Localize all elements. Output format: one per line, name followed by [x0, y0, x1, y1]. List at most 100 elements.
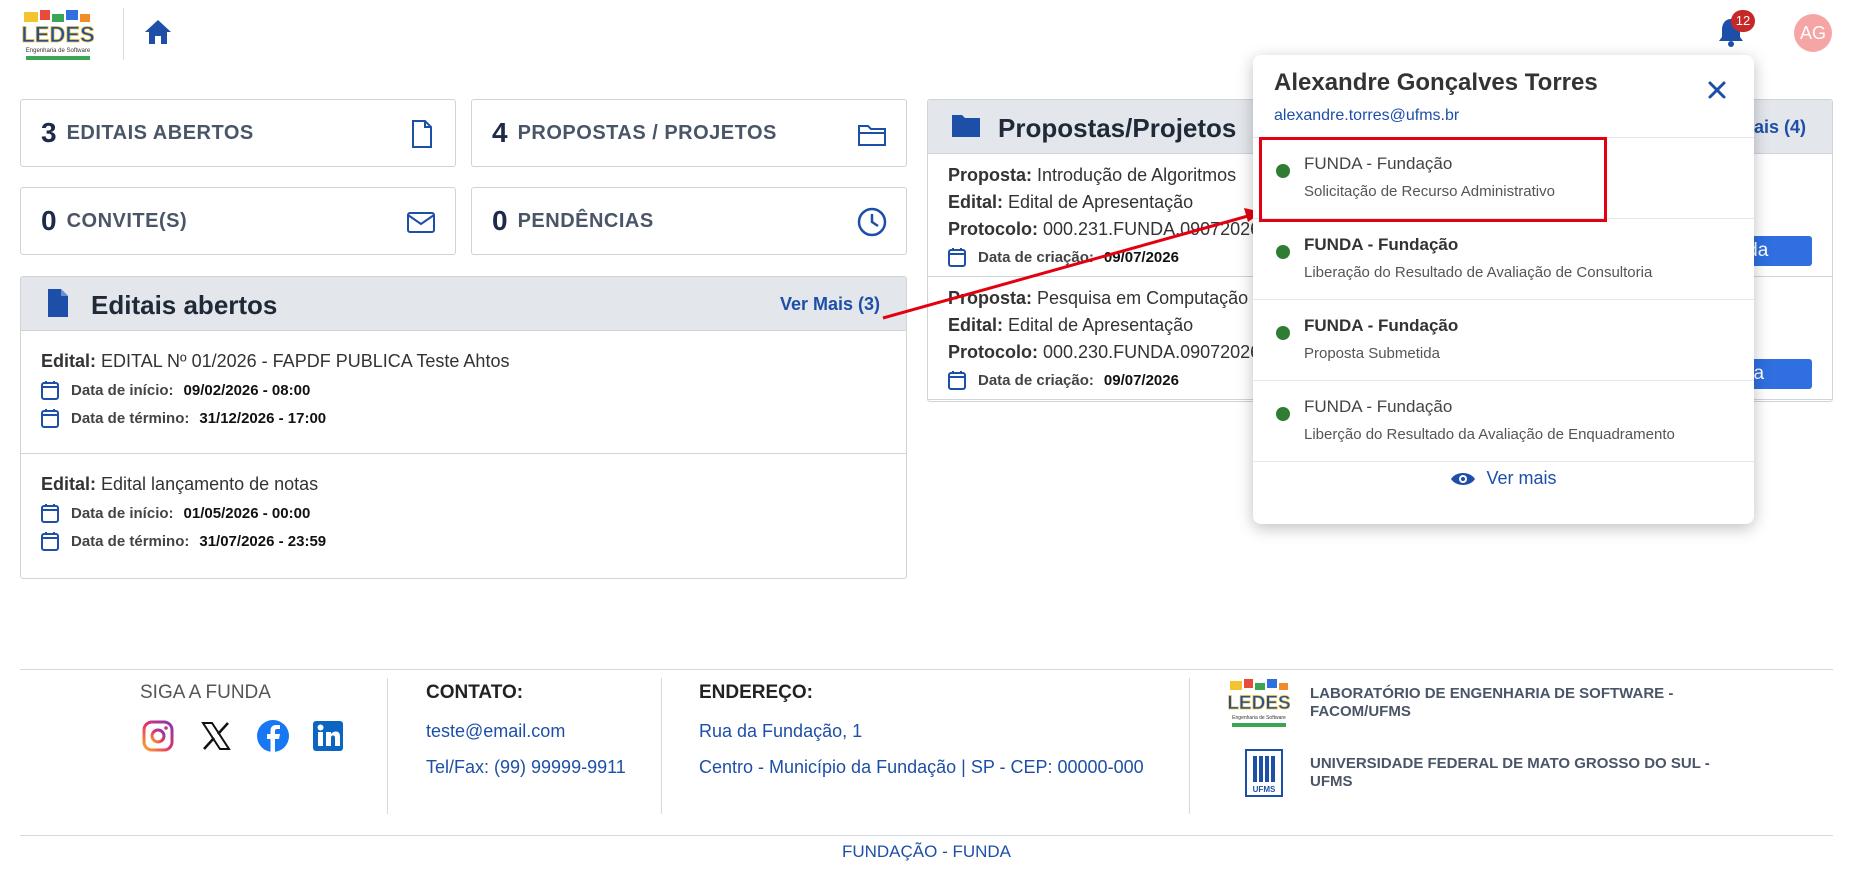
svg-text:UFMS: UFMS — [1253, 785, 1276, 794]
footer-contato-title: CONTATO: — [426, 682, 524, 703]
stat-card-editais[interactable]: 3 EDITAIS ABERTOS — [20, 99, 456, 167]
edital-label: Edital: — [41, 351, 97, 371]
created-value: 09/07/2026 — [1103, 371, 1179, 389]
user-avatar[interactable]: AG — [1794, 14, 1832, 52]
footer-org-ledes: LABORATÓRIO DE ENGENHARIA DE SOFTWARE - … — [1310, 685, 1674, 720]
footer-phone: Tel/Fax: (99) 99999-9911 — [426, 757, 626, 777]
edital-line: Edital: EDITAL Nº 01/2026 - FAPDF PUBLIC… — [41, 351, 906, 372]
stat-card-propostas[interactable]: 4 PROPOSTAS / PROJETOS — [471, 99, 907, 167]
footer-endereco-title: ENDEREÇO: — [699, 682, 814, 703]
folder-icon — [856, 118, 888, 150]
notification-count-badge: 12 — [1731, 10, 1755, 32]
clock-icon — [856, 206, 888, 238]
stat-count: 3 — [41, 117, 57, 148]
notification-item[interactable]: FUNDA - Fundação Proposta Submetida — [1253, 299, 1754, 380]
start-date-row: Data de início: 09/02/2026 - 08:00 — [41, 380, 906, 400]
protocolo-label: Protocolo: — [948, 219, 1038, 239]
stat-count: 0 — [41, 205, 57, 236]
notification-item[interactable]: FUNDA - Fundação Liberação do Resultado … — [1253, 218, 1754, 299]
notification-item[interactable]: FUNDA - Fundação Liberção do Resultado d… — [1253, 380, 1754, 461]
status-dot — [1276, 407, 1290, 421]
close-icon[interactable] — [1706, 79, 1728, 101]
edital-name: EDITAL Nº 01/2026 - FAPDF PUBLICA Teste … — [101, 351, 510, 371]
propostas-ver-mais-link[interactable]: ais (4) — [1754, 117, 1806, 138]
end-date-label: Data de término: — [71, 409, 190, 427]
ledes-footer-logo: LEDES Engenharia de Software — [1227, 677, 1291, 729]
envelope-icon — [405, 206, 437, 238]
end-date-value: 31/12/2026 - 17:00 — [199, 409, 327, 427]
footer-separator — [661, 678, 662, 814]
ver-mais-label: Ver mais — [1486, 468, 1557, 488]
end-date-row: Data de término: 31/12/2026 - 17:00 — [41, 408, 906, 428]
notification-subtitle: Liberação do Resultado de Avaliação de C… — [1304, 264, 1653, 281]
edital-name: Edital lançamento de notas — [101, 474, 319, 494]
editais-ver-mais-link[interactable]: Ver Mais (3) — [780, 294, 880, 315]
calendar-icon — [41, 504, 59, 523]
end-date-label: Data de término: — [71, 532, 190, 550]
edital-item[interactable]: Edital: EDITAL Nº 01/2026 - FAPDF PUBLIC… — [21, 331, 906, 454]
ufms-logo: UFMS — [1244, 748, 1284, 798]
protocolo-value: 000.230.FUNDA.09072026 — [1043, 342, 1261, 362]
ver-mais-notifications-link[interactable]: Ver mais — [1253, 468, 1754, 489]
svg-text:Engenharia de Software: Engenharia de Software — [1232, 715, 1286, 721]
editais-panel: Editais abertos Ver Mais (3) Edital: EDI… — [20, 276, 907, 579]
edital-label: Edital: — [948, 192, 1004, 212]
notification-subtitle: Proposta Submetida — [1304, 345, 1440, 362]
calendar-icon — [948, 371, 966, 390]
stat-card-pendencias[interactable]: 0 PENDÊNCIAS — [471, 187, 907, 255]
ledes-logo[interactable]: LEDES Engenharia de Software — [21, 6, 95, 62]
footer-org-ufms: UNIVERSIDADE FEDERAL DE MATO GROSSO DO S… — [1310, 755, 1710, 790]
notification-title: FUNDA - Fundação — [1304, 235, 1459, 254]
created-label: Data de criação: — [978, 371, 1094, 389]
svg-text:Engenharia de Software: Engenharia de Software — [26, 48, 91, 54]
svg-text:LEDES: LEDES — [22, 22, 94, 47]
proposta-label: Proposta: — [948, 165, 1033, 185]
x-twitter-icon[interactable] — [199, 719, 233, 753]
instagram-icon[interactable] — [141, 719, 175, 753]
edital-name: Edital de Apresentação — [1008, 192, 1194, 212]
status-dot — [1276, 245, 1290, 259]
user-email[interactable]: alexandre.torres@ufms.br — [1274, 107, 1459, 125]
start-date-label: Data de início: — [71, 381, 174, 399]
proposta-label: Proposta: — [948, 288, 1033, 308]
start-date-label: Data de início: — [71, 504, 174, 522]
file-icon — [405, 118, 437, 150]
svg-text:LEDES: LEDES — [1228, 693, 1290, 714]
editais-panel-header: Editais abertos Ver Mais (3) — [21, 277, 906, 331]
document-icon — [43, 287, 73, 319]
footer-divider — [20, 669, 1833, 670]
edital-line: Edital: Edital lançamento de notas — [41, 474, 906, 495]
footer-separator — [1189, 678, 1190, 814]
annotation-highlight-box — [1259, 137, 1607, 222]
start-date-value: 09/02/2026 - 08:00 — [183, 381, 311, 399]
status-dot — [1276, 326, 1290, 340]
notification-title: FUNDA - Fundação — [1304, 316, 1459, 335]
stat-card-convites[interactable]: 0 CONVITE(S) — [20, 187, 456, 255]
footer-separator — [387, 678, 388, 814]
user-name: Alexandre Gonçalves Torres — [1274, 69, 1598, 96]
calendar-icon — [948, 248, 966, 267]
footer-siga-title: SIGA A FUNDA — [140, 682, 271, 703]
linkedin-icon[interactable] — [312, 719, 346, 753]
calendar-icon — [41, 381, 59, 400]
home-icon[interactable] — [143, 18, 173, 46]
proposta-name: Introdução de Algoritmos — [1037, 165, 1237, 185]
stat-count: 4 — [492, 117, 508, 148]
stat-label: PROPOSTAS / PROJETOS — [517, 121, 777, 144]
edital-item[interactable]: Edital: Edital lançamento de notas Data … — [21, 454, 906, 577]
edital-name: Edital de Apresentação — [1008, 315, 1194, 335]
facebook-icon[interactable] — [256, 719, 290, 753]
user-notifications-popup: Alexandre Gonçalves Torres alexandre.tor… — [1253, 55, 1754, 524]
start-date-value: 01/05/2026 - 00:00 — [183, 504, 311, 522]
start-date-row: Data de início: 01/05/2026 - 00:00 — [41, 503, 906, 523]
footer-email-link[interactable]: teste@email.com — [426, 721, 565, 742]
protocolo-label: Protocolo: — [948, 342, 1038, 362]
folder-icon — [950, 110, 980, 142]
footer-bottom-text: FUNDAÇÃO - FUNDA — [841, 842, 1012, 861]
popup-divider — [1253, 461, 1754, 462]
stat-label: EDITAIS ABERTOS — [66, 121, 254, 144]
calendar-icon — [41, 532, 59, 551]
created-value: 09/07/2026 — [1103, 248, 1179, 266]
notification-title: FUNDA - Fundação — [1304, 397, 1453, 416]
calendar-icon — [41, 409, 59, 428]
